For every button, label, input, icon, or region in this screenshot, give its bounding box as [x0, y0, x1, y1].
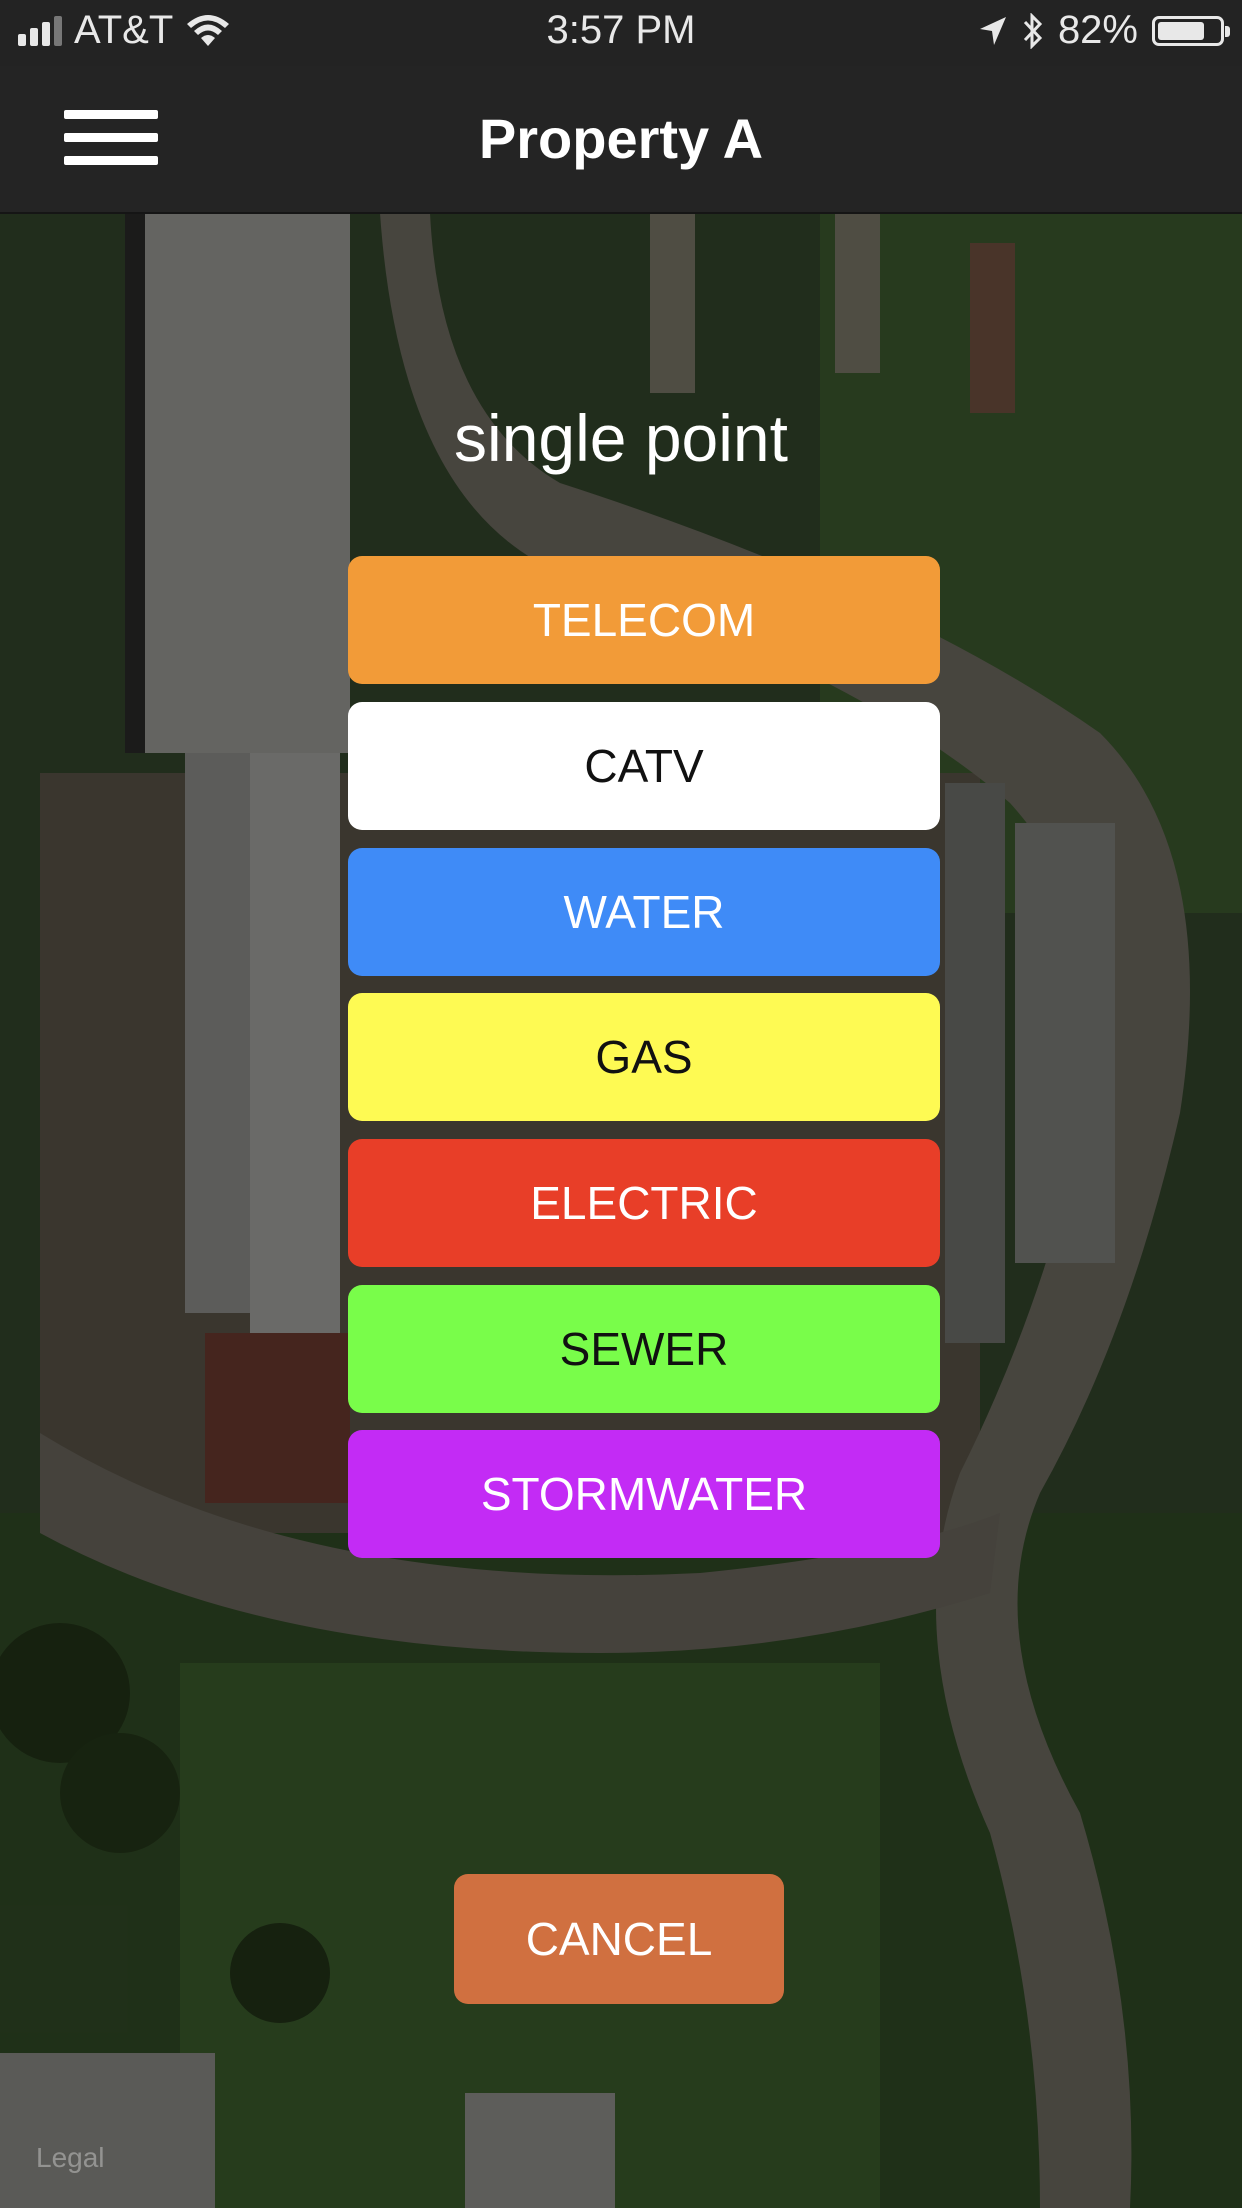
stormwater-button[interactable]: STORMWATER	[348, 1430, 940, 1558]
location-arrow-icon	[979, 16, 1006, 45]
telecom-button[interactable]: TELECOM	[348, 556, 940, 684]
catv-button[interactable]: CATV	[348, 702, 940, 830]
stormwater-label: STORMWATER	[480, 1468, 808, 1520]
bluetooth-icon	[1023, 12, 1043, 49]
sewer-label: SEWER	[559, 1323, 729, 1375]
cancel-button[interactable]: CANCEL	[454, 1874, 784, 2004]
gas-button[interactable]: GAS	[348, 993, 940, 1121]
battery-percent: 82%	[1057, 8, 1138, 52]
telecom-label: TELECOM	[532, 594, 756, 646]
water-label: WATER	[563, 886, 725, 938]
navigation-bar: Property A	[0, 66, 1242, 214]
water-button[interactable]: WATER	[348, 848, 940, 976]
cancel-label: CANCEL	[525, 1913, 713, 1965]
sewer-button[interactable]: SEWER	[348, 1285, 940, 1413]
page-title: Property A	[478, 107, 764, 170]
gas-label: GAS	[595, 1031, 693, 1083]
chooser-title: single point	[454, 401, 788, 475]
catv-label: CATV	[584, 740, 704, 792]
battery-icon	[1152, 15, 1230, 46]
electric-label: ELECTRIC	[530, 1177, 758, 1229]
status-bar: AT&T 3:57 PM 82%	[0, 0, 1242, 66]
electric-button[interactable]: ELECTRIC	[348, 1139, 940, 1267]
map-legal-link[interactable]: Legal	[36, 2142, 105, 2174]
